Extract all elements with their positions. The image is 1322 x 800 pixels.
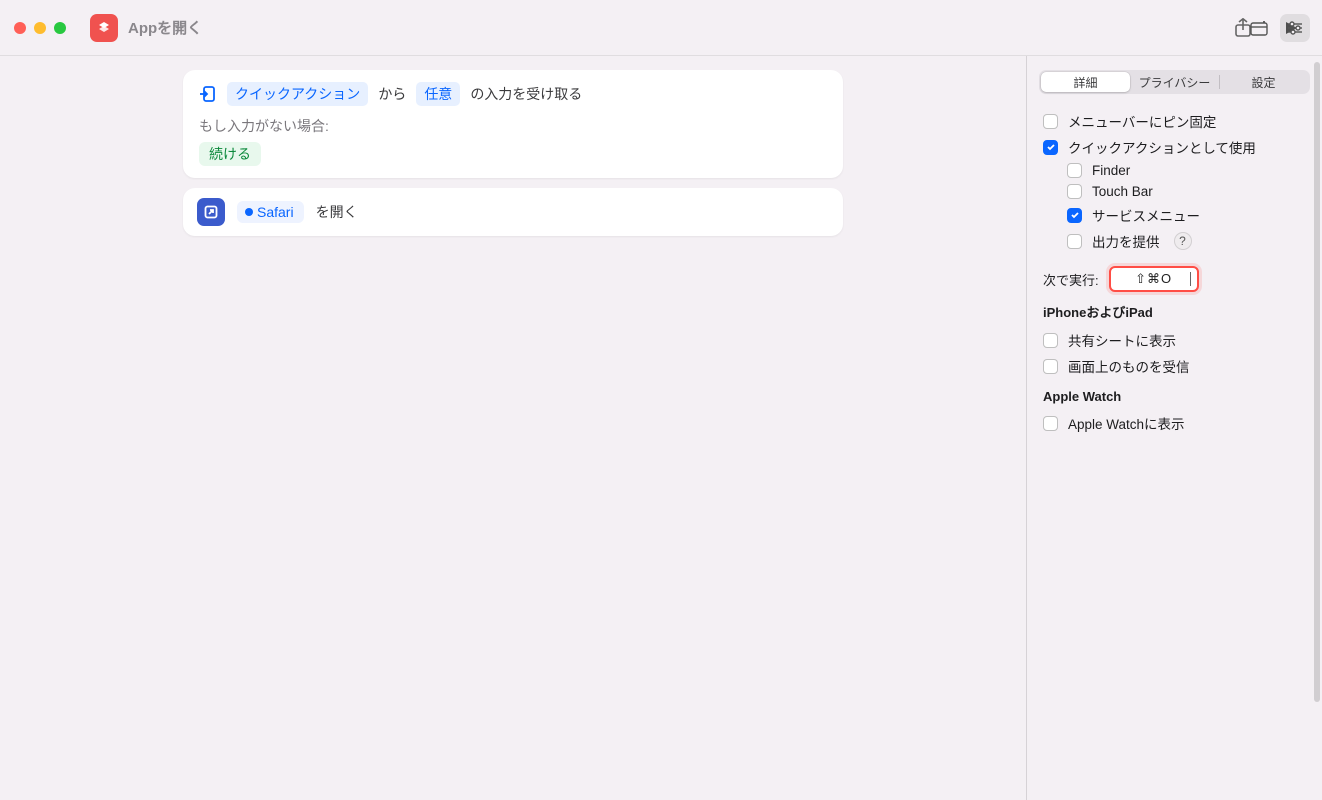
inspector-scrollbar[interactable] <box>1314 56 1320 736</box>
pin-menubar-label: メニューバーにピン固定 <box>1068 111 1216 131</box>
toolbar-title: Appを開く <box>128 17 202 38</box>
pin-menubar-row[interactable]: メニューバーにピン固定 <box>1043 108 1306 134</box>
help-icon[interactable]: ? <box>1174 232 1192 250</box>
use-as-quickaction-checkbox[interactable] <box>1043 140 1058 155</box>
minimize-window-button[interactable] <box>34 22 46 34</box>
close-window-button[interactable] <box>14 22 26 34</box>
ios-section-title: iPhoneおよびiPad <box>1043 302 1306 321</box>
use-as-quickaction-label: クイックアクションとして使用 <box>1068 137 1256 157</box>
watch-section-title: Apple Watch <box>1043 389 1306 404</box>
share-sheet-row[interactable]: 共有シートに表示 <box>1043 327 1306 353</box>
open-label: を開く <box>316 202 358 222</box>
input-receive-block[interactable]: クイックアクション から 任意 の入力を受け取る もし入力がない場合: 続ける <box>183 70 843 178</box>
zoom-window-button[interactable] <box>54 22 66 34</box>
tab-privacy[interactable]: プライバシー <box>1130 72 1219 92</box>
finder-checkbox[interactable] <box>1067 163 1082 178</box>
continue-chip[interactable]: 続ける <box>199 142 261 166</box>
share-sheet-checkbox[interactable] <box>1043 333 1058 348</box>
tab-detail[interactable]: 詳細 <box>1041 72 1130 92</box>
share-sheet-label: 共有シートに表示 <box>1068 330 1176 350</box>
use-as-quickaction-row[interactable]: クイックアクションとして使用 <box>1043 134 1306 160</box>
window-controls <box>14 22 66 34</box>
open-app-action-icon <box>197 198 225 226</box>
inspector-settings-icon-button[interactable] <box>1280 14 1310 42</box>
safari-icon <box>245 208 253 216</box>
show-on-watch-row[interactable]: Apple Watchに表示 <box>1043 410 1306 436</box>
show-on-watch-label: Apple Watchに表示 <box>1068 413 1185 433</box>
target-app-pill[interactable]: Safari <box>237 201 304 223</box>
open-app-action-block[interactable]: Safari を開く <box>183 188 843 236</box>
finder-row[interactable]: Finder <box>1043 160 1306 181</box>
input-icon <box>197 84 217 104</box>
touchbar-label: Touch Bar <box>1092 184 1153 199</box>
library-icon-button[interactable] <box>1244 14 1274 42</box>
tab-settings[interactable]: 設定 <box>1219 72 1308 92</box>
services-menu-label: サービスメニュー <box>1092 205 1200 225</box>
target-app-name: Safari <box>257 204 294 220</box>
window-toolbar: Appを開く <box>0 0 1322 56</box>
text-receives: の入力を受け取る <box>470 84 582 104</box>
touchbar-row[interactable]: Touch Bar <box>1043 181 1306 202</box>
shortcut-app-icon <box>90 14 118 42</box>
touchbar-checkbox[interactable] <box>1067 184 1082 199</box>
run-with-label: 次で実行: <box>1043 270 1099 289</box>
provide-output-checkbox[interactable] <box>1067 234 1082 249</box>
inspector-tabs: 詳細 プライバシー 設定 <box>1039 70 1310 94</box>
show-on-watch-checkbox[interactable] <box>1043 416 1058 431</box>
receive-onscreen-checkbox[interactable] <box>1043 359 1058 374</box>
provide-output-row[interactable]: 出力を提供 ? <box>1043 228 1306 254</box>
quick-action-token[interactable]: クイックアクション <box>227 82 368 106</box>
pin-menubar-checkbox[interactable] <box>1043 114 1058 129</box>
workflow-canvas[interactable]: クイックアクション から 任意 の入力を受け取る もし入力がない場合: 続ける <box>0 56 1026 800</box>
no-input-label: もし入力がない場合: <box>199 116 829 136</box>
finder-label: Finder <box>1092 163 1130 178</box>
inspector-panel: 詳細 プライバシー 設定 メニューバーにピン固定 クイックアクションとして使用 <box>1026 56 1322 800</box>
keyboard-shortcut-field[interactable]: ⇧⌘O <box>1109 266 1199 292</box>
receive-onscreen-label: 画面上のものを受信 <box>1068 356 1190 376</box>
receive-onscreen-row[interactable]: 画面上のものを受信 <box>1043 353 1306 379</box>
text-from: から <box>378 84 406 104</box>
services-menu-row[interactable]: サービスメニュー <box>1043 202 1306 228</box>
services-menu-checkbox[interactable] <box>1067 208 1082 223</box>
any-input-token[interactable]: 任意 <box>416 82 460 106</box>
provide-output-label: 出力を提供 <box>1092 231 1160 251</box>
